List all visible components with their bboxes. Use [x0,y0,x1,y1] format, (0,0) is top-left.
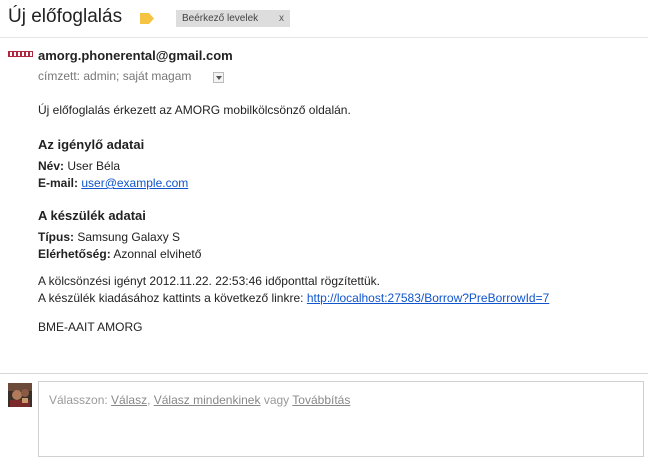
reply-options: Válasszon: Válasz, Válasz mindenkinek va… [49,393,350,407]
sender-address[interactable]: amorg.phonerental@gmail.com [38,48,233,63]
reply-box[interactable]: Válasszon: Válasz, Válasz mindenkinek va… [38,381,644,457]
details-dropdown-button[interactable] [213,72,224,83]
reply-separator: , [147,393,154,407]
label-chip-text: Beérkező levelek [182,13,259,24]
availability-label: Elérhetőség: [38,247,111,261]
email-subject: Új előfoglalás [8,6,123,27]
chevron-down-icon [216,76,222,80]
name-row: Név: User Béla [38,159,120,173]
signature: BME-AAIT AMORG [38,320,143,334]
pickup-link[interactable]: http://localhost:27583/Borrow?PreBorrowI… [307,291,549,305]
header-divider [0,37,648,38]
availability-row: Elérhetőség: Azonnal elvihető [38,247,201,261]
reply-all-link[interactable]: Válasz mindenkinek [154,393,261,407]
type-label: Típus: [38,230,74,244]
email-row: E-mail: user@example.com [38,176,188,190]
recorded-line: A kölcsönzési igényt 2012.11.22. 22:53:4… [38,274,381,288]
label-chip-inbox[interactable]: Beérkező levelek x [176,10,290,27]
sender-logo-icon [7,49,34,59]
availability-value: Azonnal elvihető [110,247,202,261]
avatar [8,383,32,407]
reply-link[interactable]: Válasz [111,393,147,407]
type-row: Típus: Samsung Galaxy S [38,230,180,244]
reply-prefix: Válasszon: [49,393,112,407]
requester-heading: Az igénylő adatai [38,137,145,152]
name-label: Név: [38,159,65,173]
type-value: Samsung Galaxy S [74,230,181,244]
name-value: User Béla [64,159,121,173]
intro-text: Új előfoglalás érkezett az AMORG mobilkö… [38,103,351,117]
recipients-line: címzett: admin; saját magam [38,69,192,83]
reply-divider [0,373,648,374]
email-link[interactable]: user@example.com [81,176,188,190]
device-heading: A készülék adatai [38,208,146,223]
pickup-line: A készülék kiadásához kattints a követke… [38,291,549,305]
reply-or: vagy [260,393,293,407]
forward-link[interactable]: Továbbítás [292,393,350,407]
label-tag-icon[interactable] [140,13,154,24]
label-remove-button[interactable]: x [279,10,284,27]
pickup-prefix: A készülék kiadásához kattints a követke… [38,291,307,305]
email-label: E-mail: [38,176,79,190]
